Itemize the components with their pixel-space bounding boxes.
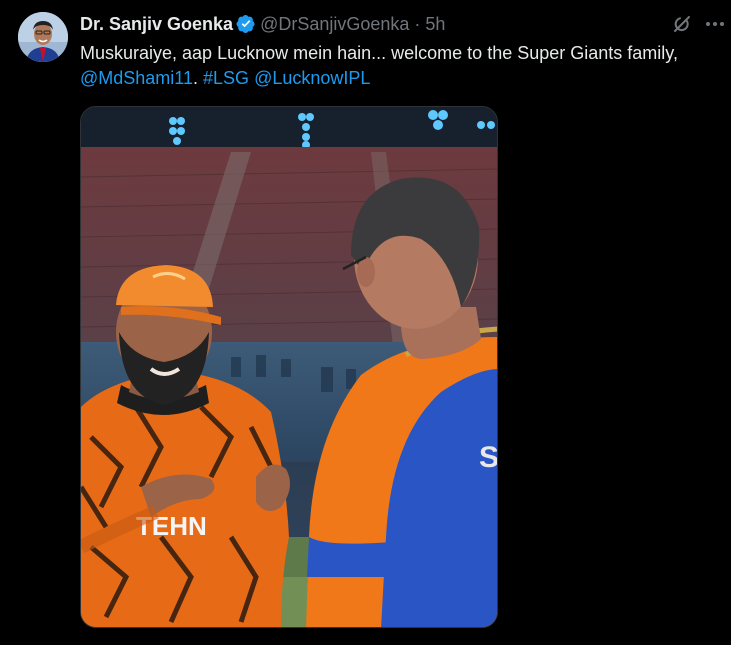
hashtag-lsg[interactable]: #LSG (203, 68, 249, 88)
tweet-text-period: . (192, 68, 198, 88)
author-handle[interactable]: @DrSanjivGoenka (260, 14, 409, 35)
more-options-icon (706, 22, 724, 26)
more-options-button[interactable] (703, 12, 727, 36)
author-name[interactable]: Dr. Sanjiv Goenka (80, 14, 233, 35)
tweet-timestamp[interactable]: 5h (425, 14, 445, 35)
tweet-card[interactable]: Dr. Sanjiv Goenka @DrSanjivGoenka · 5h M… (0, 0, 731, 645)
header-separator: · (414, 13, 421, 34)
tweet-text-main: Muskuraiye, aap Lucknow mein hain... wel… (80, 43, 678, 63)
photo-illustration: SI (81, 107, 498, 627)
jersey-text-right: SI (479, 441, 498, 474)
tweet-header: Dr. Sanjiv Goenka @DrSanjivGoenka · 5h (80, 12, 445, 36)
verified-badge-icon (236, 14, 256, 34)
avatar-photo-icon (18, 12, 68, 62)
tweet-photo[interactable]: SI (80, 106, 498, 628)
grok-icon (674, 16, 690, 32)
mention-lucknowipl[interactable]: @LucknowIPL (254, 68, 370, 88)
tweet-text: Muskuraiye, aap Lucknow mein hain... wel… (80, 41, 720, 91)
author-avatar[interactable] (18, 12, 68, 62)
grok-button[interactable] (670, 12, 694, 36)
mention-mdshami11[interactable]: @MdShami11 (80, 68, 193, 88)
